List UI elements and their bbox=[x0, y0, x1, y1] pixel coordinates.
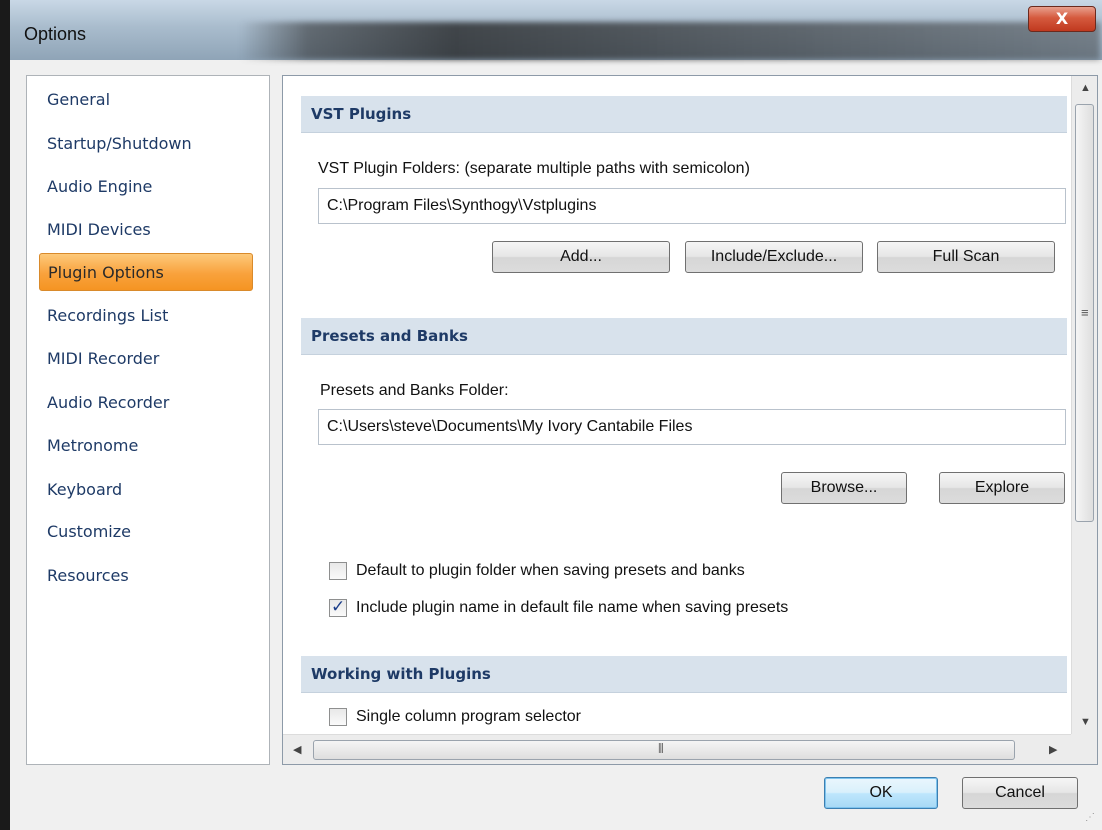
default-folder-label[interactable]: Default to plugin folder when saving pre… bbox=[356, 562, 745, 580]
add-button[interactable]: Add... bbox=[492, 241, 670, 273]
scroll-down-icon[interactable]: ▼ bbox=[1080, 716, 1091, 728]
sidebar-item-audio-recorder[interactable]: Audio Recorder bbox=[39, 384, 253, 422]
resize-grip-icon[interactable]: ⋰ bbox=[1085, 812, 1095, 823]
sidebar-item-customize[interactable]: Customize bbox=[39, 513, 253, 551]
section-title: Presets and Banks bbox=[311, 327, 468, 345]
horizontal-scroll-thumb[interactable]: ⦀ bbox=[313, 740, 1015, 760]
single-column-label[interactable]: Single column program selector bbox=[356, 708, 581, 726]
scroll-left-icon[interactable]: ◀ bbox=[293, 743, 301, 756]
scroll-corner bbox=[1071, 734, 1097, 764]
scroll-right-icon[interactable]: ▶ bbox=[1049, 743, 1057, 756]
sidebar-item-recordings-list[interactable]: Recordings List bbox=[39, 297, 253, 335]
close-button[interactable]: X bbox=[1028, 6, 1096, 32]
plugin-options-panel: VST Plugins VST Plugin Folders: (separat… bbox=[282, 75, 1098, 765]
sidebar-item-plugin-options[interactable]: Plugin Options bbox=[39, 253, 253, 291]
close-icon: X bbox=[1055, 9, 1069, 28]
sidebar-item-midi-recorder[interactable]: MIDI Recorder bbox=[39, 340, 253, 378]
options-category-list: General Startup/Shutdown Audio Engine MI… bbox=[26, 75, 270, 765]
section-header-working-with-plugins: Working with Plugins bbox=[301, 656, 1067, 693]
include-name-checkbox[interactable]: ✓ bbox=[329, 597, 347, 617]
section-title: VST Plugins bbox=[311, 105, 412, 123]
sidebar-item-midi-devices[interactable]: MIDI Devices bbox=[39, 211, 253, 249]
horizontal-scrollbar[interactable]: ◀ ⦀ ▶ bbox=[283, 734, 1071, 764]
full-scan-button[interactable]: Full Scan bbox=[877, 241, 1055, 273]
vst-folders-field[interactable]: C:\Program Files\Synthogy\Vstplugins bbox=[318, 188, 1066, 224]
title-bar[interactable]: Options X bbox=[10, 0, 1102, 60]
title-bar-background bbox=[240, 22, 1100, 60]
explore-button[interactable]: Explore bbox=[939, 472, 1065, 504]
window-title: Options bbox=[24, 24, 87, 44]
presets-folder-label: Presets and Banks Folder: bbox=[320, 382, 509, 399]
ok-button[interactable]: OK bbox=[824, 777, 938, 809]
vertical-scroll-thumb[interactable]: ≡ bbox=[1075, 104, 1094, 522]
sidebar-item-audio-engine[interactable]: Audio Engine bbox=[39, 168, 253, 206]
section-header-presets-and-banks: Presets and Banks bbox=[301, 318, 1067, 355]
vst-folders-label: VST Plugin Folders: (separate multiple p… bbox=[318, 160, 750, 177]
sidebar-item-startup-shutdown[interactable]: Startup/Shutdown bbox=[39, 125, 253, 163]
include-name-label[interactable]: Include plugin name in default file name… bbox=[356, 599, 788, 617]
include-exclude-button[interactable]: Include/Exclude... bbox=[685, 241, 863, 273]
cancel-button[interactable]: Cancel bbox=[962, 777, 1078, 809]
default-folder-checkbox[interactable] bbox=[329, 562, 347, 580]
presets-folder-field[interactable]: C:\Users\steve\Documents\My Ivory Cantab… bbox=[318, 409, 1066, 445]
single-column-checkbox[interactable] bbox=[329, 708, 347, 726]
browse-button[interactable]: Browse... bbox=[781, 472, 907, 504]
options-dialog: Options X General Startup/Shutdown Audio… bbox=[10, 0, 1102, 830]
section-title: Working with Plugins bbox=[311, 665, 491, 683]
scroll-up-icon[interactable]: ▲ bbox=[1080, 82, 1091, 94]
checkmark-icon: ✓ bbox=[331, 597, 346, 617]
sidebar-item-general[interactable]: General bbox=[39, 81, 253, 119]
sidebar-item-keyboard[interactable]: Keyboard bbox=[39, 471, 253, 509]
sidebar-item-metronome[interactable]: Metronome bbox=[39, 427, 253, 465]
sidebar-item-resources[interactable]: Resources bbox=[39, 557, 253, 595]
grip-icon: ⦀ bbox=[658, 741, 664, 756]
section-header-vst-plugins: VST Plugins bbox=[301, 96, 1067, 133]
vertical-scrollbar[interactable]: ▲ ≡ ▼ bbox=[1071, 76, 1097, 734]
grip-icon: ≡ bbox=[1081, 305, 1089, 320]
